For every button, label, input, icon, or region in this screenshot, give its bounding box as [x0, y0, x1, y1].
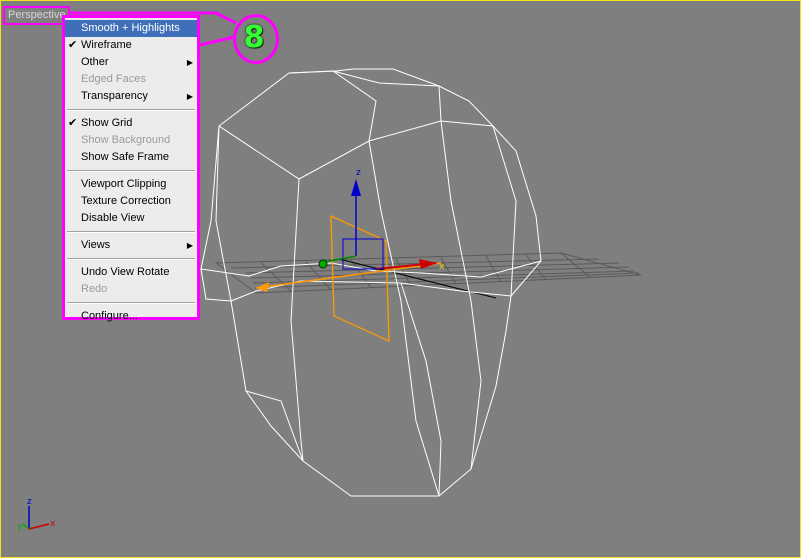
- menu-item-label: Edged Faces: [81, 73, 146, 85]
- menu-separator: [67, 302, 195, 304]
- menu-item-show-background[interactable]: Show Background: [65, 132, 197, 149]
- submenu-arrow-icon: ▶: [186, 92, 193, 101]
- axis-tripod: z y x: [17, 497, 56, 532]
- menu-item-label: Show Background: [81, 134, 171, 146]
- tripod-z-label: z: [27, 497, 32, 507]
- perspective-viewport[interactable]: z x z y x Perspective Smooth + Highlight…: [0, 0, 801, 558]
- menu-item-label: Other: [81, 56, 109, 68]
- menu-item-undo-view-rotate[interactable]: Undo View Rotate: [65, 264, 197, 281]
- menu-item-configure[interactable]: Configure...: [65, 308, 197, 325]
- menu-item-label: Transparency: [81, 90, 148, 102]
- submenu-arrow-icon: ▶: [186, 241, 193, 250]
- menu-item-label: Disable View: [81, 212, 145, 224]
- menu-separator: [67, 258, 195, 260]
- menu-item-label: Smooth + Highlights: [81, 22, 180, 34]
- gizmo-z-label: z: [356, 168, 361, 178]
- menu-item-label: Undo View Rotate: [81, 266, 170, 278]
- menu-item-label: Wireframe: [81, 39, 132, 51]
- menu-item-redo[interactable]: Redo: [65, 281, 197, 298]
- home-grid: [214, 252, 642, 299]
- menu-separator: [67, 231, 195, 233]
- selection-gizmo[interactable]: z x: [255, 168, 445, 343]
- menu-item-label: Show Safe Frame: [81, 151, 170, 163]
- menu-item-label: Texture Correction: [81, 195, 171, 207]
- menu-item-viewport-clipping[interactable]: Viewport Clipping: [65, 176, 197, 193]
- checkmark-icon: ✔: [68, 39, 78, 51]
- menu-item-wireframe[interactable]: ✔ Wireframe: [65, 37, 197, 54]
- menu-item-edged-faces[interactable]: Edged Faces: [65, 71, 197, 88]
- menu-separator: [67, 109, 195, 111]
- menu-item-show-safe-frame[interactable]: Show Safe Frame: [65, 149, 197, 166]
- menu-item-label: Show Grid: [81, 117, 133, 129]
- menu-separator: [67, 170, 195, 172]
- tripod-y-label: y: [17, 522, 23, 532]
- gizmo-x-label: x: [439, 262, 445, 272]
- menu-item-smooth-highlights[interactable]: Smooth + Highlights: [65, 20, 197, 37]
- menu-item-label: Configure...: [81, 310, 138, 322]
- menu-item-views[interactable]: Views ▶: [65, 237, 197, 254]
- menu-item-texture-correction[interactable]: Texture Correction: [65, 193, 197, 210]
- menu-item-label: Views: [81, 239, 111, 251]
- viewport-label[interactable]: Perspective: [3, 6, 71, 25]
- submenu-arrow-icon: ▶: [186, 58, 193, 67]
- viewport-context-menu: Smooth + Highlights ✔ Wireframe Other ▶ Edged…: [62, 15, 200, 322]
- menu-item-disable-view[interactable]: Disable View: [65, 210, 197, 227]
- menu-item-other[interactable]: Other ▶: [65, 54, 197, 71]
- checkmark-icon: ✔: [68, 117, 78, 129]
- menu-item-transparency[interactable]: Transparency ▶: [65, 88, 197, 105]
- callout-number: 8: [243, 20, 265, 55]
- tripod-x-label: x: [50, 519, 56, 529]
- menu-item-label: Viewport Clipping: [81, 178, 167, 190]
- menu-item-show-grid[interactable]: ✔ Show Grid: [65, 115, 197, 132]
- menu-item-label: Redo: [81, 283, 108, 295]
